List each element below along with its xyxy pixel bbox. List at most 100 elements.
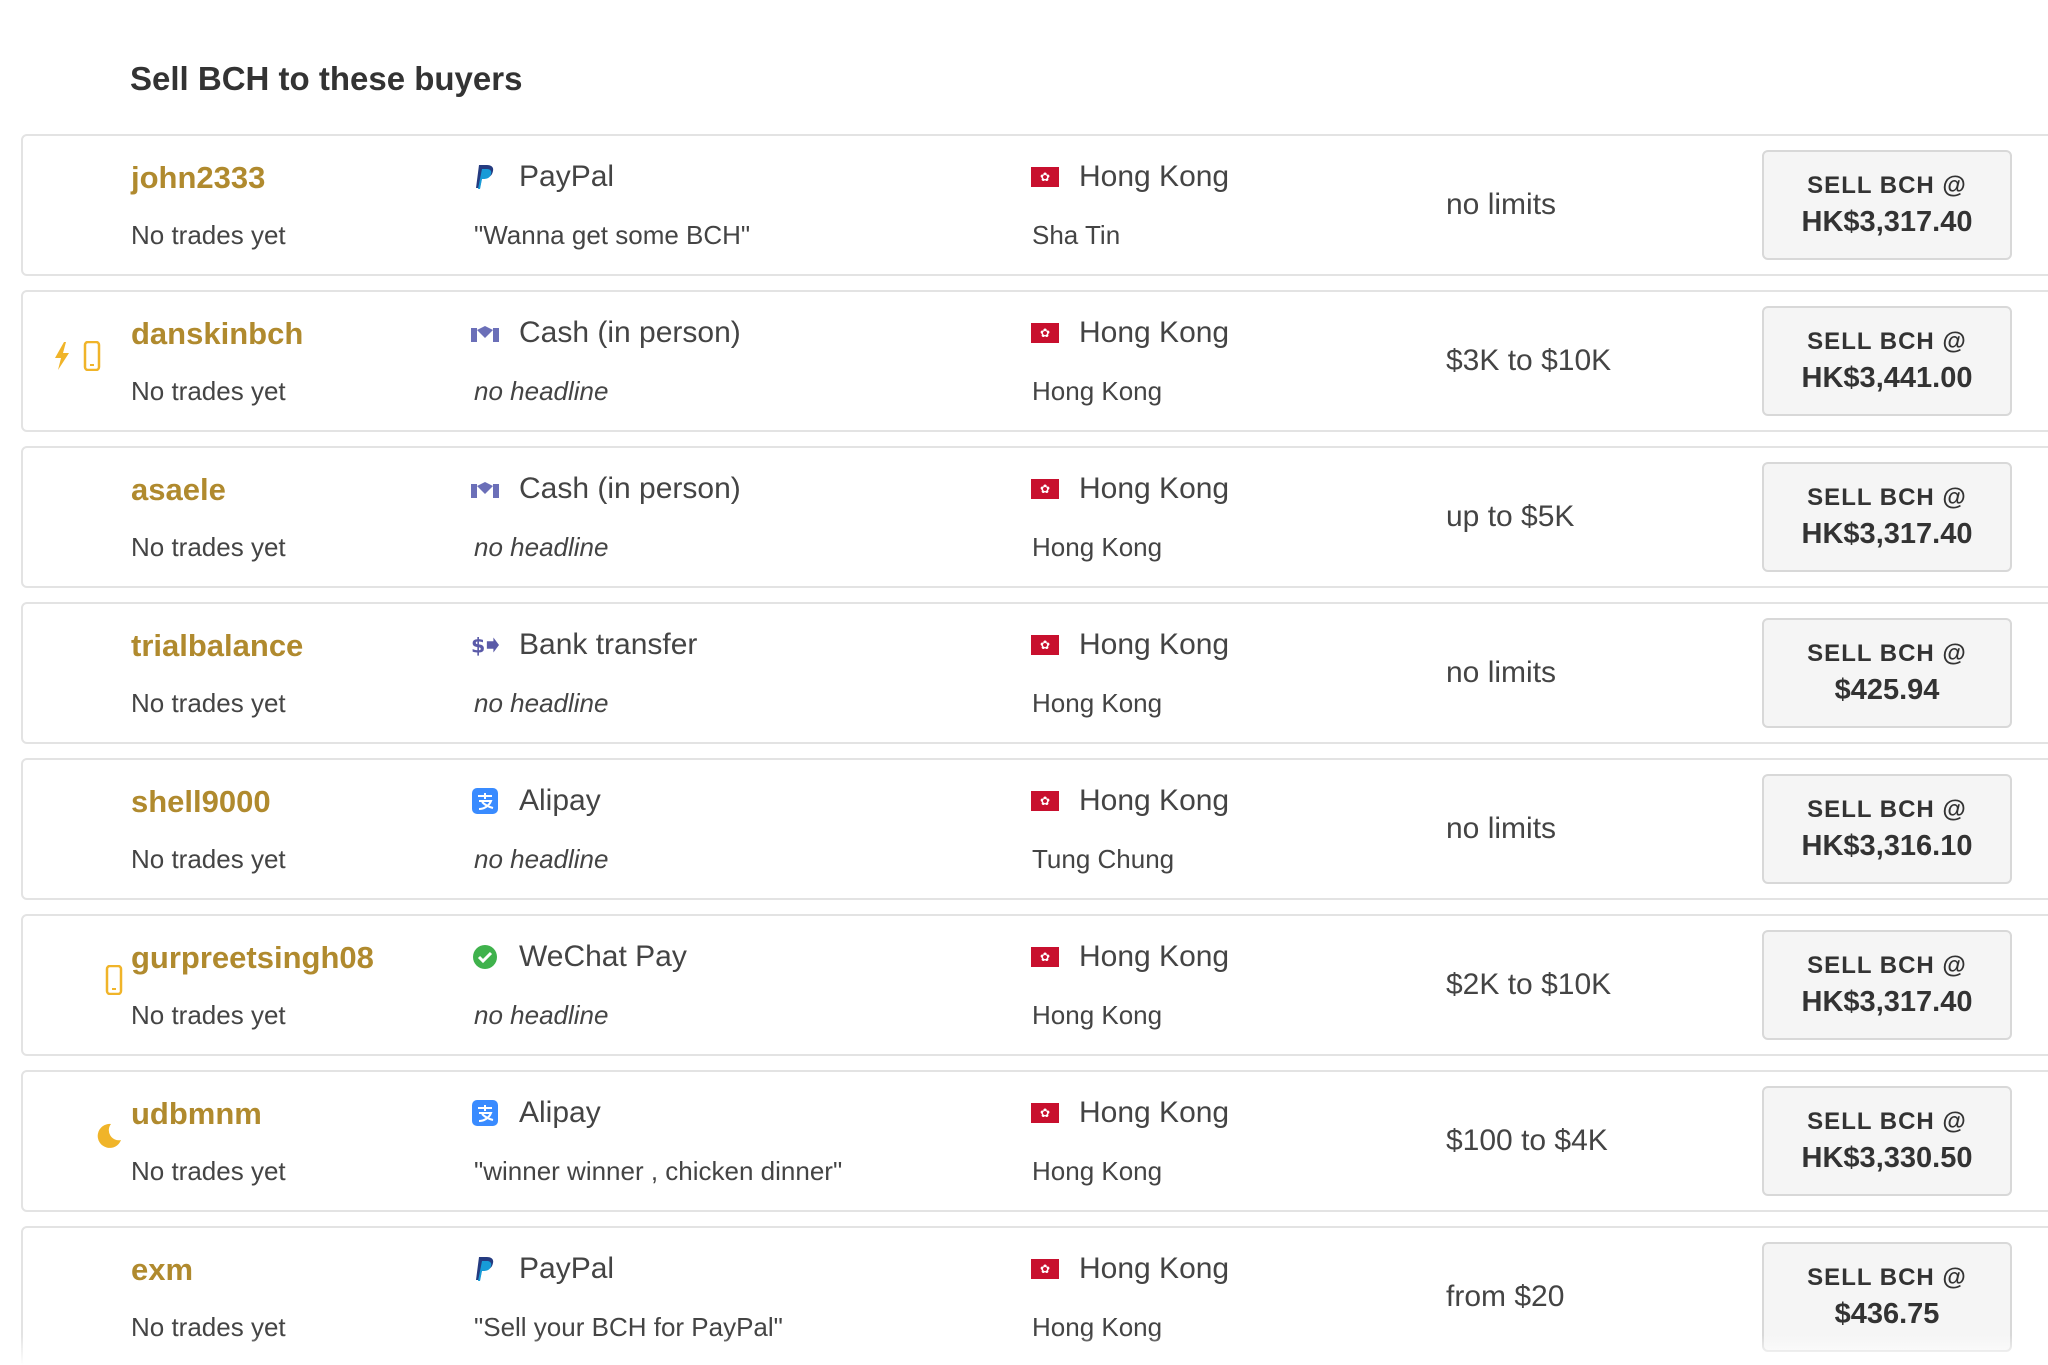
payment-method[interactable]: Cash (in person) bbox=[471, 316, 741, 350]
user-badges bbox=[53, 1118, 123, 1158]
payment-method[interactable]: $ Bank transfer bbox=[471, 628, 697, 662]
username-link[interactable]: gurpreetsingh08 bbox=[131, 940, 374, 976]
sell-price: $436.75 bbox=[1834, 1297, 1940, 1330]
sell-price: HK$3,441.00 bbox=[1801, 361, 1973, 394]
hong-kong-flag-icon: ✿ bbox=[1031, 791, 1059, 811]
payment-method[interactable]: Cash (in person) bbox=[471, 472, 741, 506]
payment-method[interactable]: Alipay bbox=[471, 784, 601, 818]
country-label: Hong Kong bbox=[1079, 1096, 1230, 1129]
alipay-icon bbox=[471, 787, 499, 815]
sell-button-label: SELL BCH @ bbox=[1807, 639, 1967, 667]
username-link[interactable]: trialbalance bbox=[131, 628, 303, 664]
payment-method-label: PayPal bbox=[519, 160, 615, 193]
trade-limits: up to $5K bbox=[1446, 500, 1575, 533]
paypal-icon bbox=[471, 163, 499, 191]
handshake-icon bbox=[471, 475, 499, 503]
username-link[interactable]: shell9000 bbox=[131, 784, 271, 820]
trade-limits: no limits bbox=[1446, 188, 1557, 221]
sell-price: $425.94 bbox=[1834, 673, 1940, 706]
sell-bch-button[interactable]: SELL BCH @ HK$3,441.00 bbox=[1762, 306, 2012, 416]
country: ✿ Hong Kong bbox=[1031, 784, 1229, 818]
sell-bch-button[interactable]: SELL BCH @ HK$3,317.40 bbox=[1762, 150, 2012, 260]
trade-limits: $3K to $10K bbox=[1446, 344, 1612, 377]
hong-kong-flag-icon: ✿ bbox=[1031, 479, 1059, 499]
buyer-card: udbmnm No trades yet Alipay "winner winn… bbox=[21, 1070, 2048, 1212]
city: Hong Kong bbox=[1032, 376, 1163, 406]
trade-count: No trades yet bbox=[131, 376, 286, 406]
offer-headline: no headline bbox=[474, 376, 609, 406]
alipay-icon bbox=[471, 1099, 499, 1127]
buyer-card: shell9000 No trades yet Alipay no headli… bbox=[21, 758, 2048, 900]
hong-kong-flag-icon: ✿ bbox=[1031, 167, 1059, 187]
country-label: Hong Kong bbox=[1079, 160, 1230, 193]
handshake-icon bbox=[471, 319, 499, 347]
country: ✿ Hong Kong bbox=[1031, 472, 1229, 506]
payment-method-label: Alipay bbox=[519, 784, 601, 817]
username-link[interactable]: john2333 bbox=[131, 160, 265, 196]
country-label: Hong Kong bbox=[1079, 940, 1230, 973]
sell-price: HK$3,317.40 bbox=[1801, 205, 1973, 238]
country: ✿ Hong Kong bbox=[1031, 628, 1229, 662]
trade-limits: no limits bbox=[1446, 812, 1557, 845]
offer-headline: no headline bbox=[474, 1000, 609, 1030]
moon-icon bbox=[93, 1121, 123, 1156]
country-label: Hong Kong bbox=[1079, 1252, 1230, 1285]
trade-count: No trades yet bbox=[131, 1156, 286, 1186]
bank-transfer-icon: $ bbox=[471, 631, 499, 659]
sell-button-label: SELL BCH @ bbox=[1807, 327, 1967, 355]
username-link[interactable]: exm bbox=[131, 1252, 193, 1288]
payment-method[interactable]: PayPal bbox=[471, 1252, 614, 1286]
payment-method[interactable]: PayPal bbox=[471, 160, 614, 194]
wechat-icon bbox=[471, 943, 499, 971]
payment-method-label: Bank transfer bbox=[519, 628, 698, 661]
sell-price: HK$3,317.40 bbox=[1801, 517, 1973, 550]
payment-method-label: WeChat Pay bbox=[519, 940, 687, 973]
offer-headline: no headline bbox=[474, 688, 609, 718]
payment-method[interactable]: Alipay bbox=[471, 1096, 601, 1130]
country-label: Hong Kong bbox=[1079, 628, 1230, 661]
sell-bch-button[interactable]: SELL BCH @ HK$3,330.50 bbox=[1762, 1086, 2012, 1196]
buyer-card: trialbalance No trades yet $ Bank transf… bbox=[21, 602, 2048, 744]
trade-limits: no limits bbox=[1446, 656, 1557, 689]
username-link[interactable]: danskinbch bbox=[131, 316, 303, 352]
sell-button-label: SELL BCH @ bbox=[1807, 951, 1967, 979]
hong-kong-flag-icon: ✿ bbox=[1031, 323, 1059, 343]
sell-price: HK$3,316.10 bbox=[1801, 829, 1973, 862]
sell-price: HK$3,330.50 bbox=[1801, 1141, 1973, 1174]
username-link[interactable]: asaele bbox=[131, 472, 226, 508]
sell-button-label: SELL BCH @ bbox=[1807, 483, 1967, 511]
user-badges bbox=[53, 494, 123, 534]
city: Tung Chung bbox=[1032, 844, 1175, 874]
city: Hong Kong bbox=[1032, 1000, 1163, 1030]
trade-count: No trades yet bbox=[131, 1000, 286, 1030]
trade-limits: $100 to $4K bbox=[1446, 1124, 1608, 1157]
user-badges bbox=[53, 182, 123, 222]
payment-method-label: Alipay bbox=[519, 1096, 601, 1129]
country: ✿ Hong Kong bbox=[1031, 1252, 1229, 1286]
buyer-card: asaele No trades yet Cash (in person) no… bbox=[21, 446, 2048, 588]
sell-bch-button[interactable]: SELL BCH @ HK$3,317.40 bbox=[1762, 930, 2012, 1040]
username-link[interactable]: udbmnm bbox=[131, 1096, 262, 1132]
sell-bch-button[interactable]: SELL BCH @ HK$3,316.10 bbox=[1762, 774, 2012, 884]
sell-price: HK$3,317.40 bbox=[1801, 985, 1973, 1018]
hong-kong-flag-icon: ✿ bbox=[1031, 635, 1059, 655]
payment-method-label: Cash (in person) bbox=[519, 316, 741, 349]
buyer-card: john2333 No trades yet PayPal "Wanna get… bbox=[21, 134, 2048, 276]
payment-method[interactable]: WeChat Pay bbox=[471, 940, 687, 974]
sell-button-label: SELL BCH @ bbox=[1807, 171, 1967, 199]
lightning-icon bbox=[53, 341, 71, 375]
section-title: Sell BCH to these buyers bbox=[130, 60, 523, 97]
payment-method-label: PayPal bbox=[519, 1252, 615, 1285]
sell-bch-button[interactable]: SELL BCH @ HK$3,317.40 bbox=[1762, 462, 2012, 572]
offer-headline: no headline bbox=[474, 844, 609, 874]
trade-count: No trades yet bbox=[131, 220, 286, 250]
sell-button-label: SELL BCH @ bbox=[1807, 795, 1967, 823]
bottom-fade bbox=[0, 1335, 2048, 1365]
trade-count: No trades yet bbox=[131, 532, 286, 562]
mobile-icon bbox=[83, 340, 101, 376]
hong-kong-flag-icon: ✿ bbox=[1031, 1103, 1059, 1123]
trade-limits: from $20 bbox=[1446, 1280, 1565, 1313]
sell-bch-button[interactable]: SELL BCH @ $425.94 bbox=[1762, 618, 2012, 728]
user-badges bbox=[53, 806, 123, 846]
country: ✿ Hong Kong bbox=[1031, 316, 1229, 350]
